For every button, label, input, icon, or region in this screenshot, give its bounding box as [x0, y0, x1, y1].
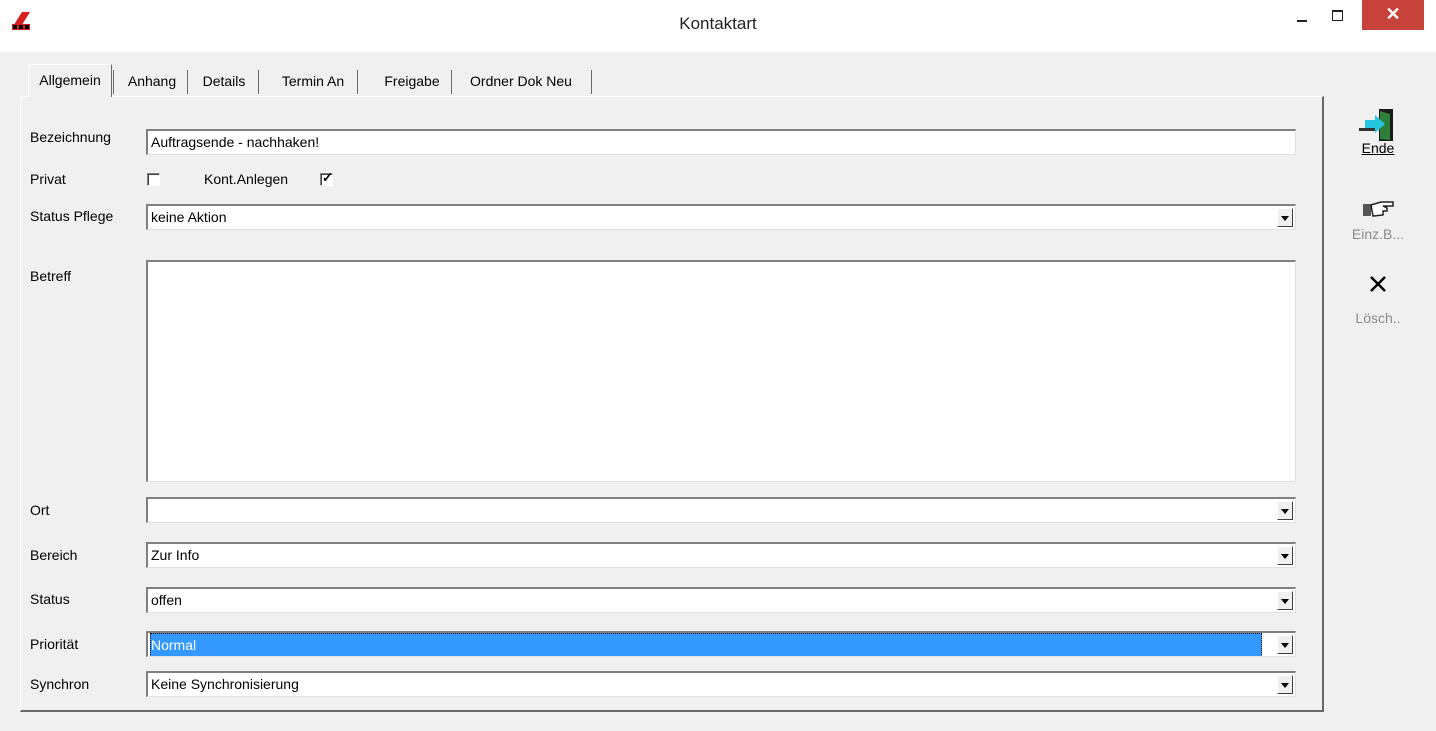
privat-label: Privat [30, 171, 66, 187]
chevron-down-icon[interactable] [1277, 591, 1293, 610]
tab-freigabe[interactable]: Freigabe [376, 66, 448, 96]
status-value: offen [151, 592, 182, 608]
window-title: Kontaktart [679, 14, 757, 33]
minimize-button[interactable] [1288, 4, 1316, 30]
ort-select[interactable] [146, 497, 1296, 523]
status-pflege-value: keine Aktion [151, 209, 227, 225]
chevron-down-icon[interactable] [1277, 635, 1293, 654]
kont-anlegen-label: Kont.Anlegen [204, 171, 289, 187]
synchron-value: Keine Synchronisierung [151, 676, 299, 692]
einzb-label: Einz.B... [1351, 226, 1405, 242]
chevron-down-icon[interactable] [1277, 546, 1293, 565]
synchron-label: Synchron [30, 676, 90, 692]
prioritaet-value: Normal [150, 633, 1262, 656]
chevron-down-icon[interactable] [1277, 208, 1293, 227]
ort-label: Ort [30, 502, 50, 518]
ende-label: Ende [1361, 140, 1395, 156]
chevron-down-icon[interactable] [1277, 501, 1293, 520]
prioritaet-select[interactable]: Normal [146, 631, 1296, 657]
tab-details[interactable]: Details [194, 66, 254, 96]
tab-separator [187, 70, 188, 94]
title-bar: Kontaktart ✕ [0, 0, 1436, 52]
loesch-label: Lösch.. [1355, 310, 1401, 326]
ende-button[interactable]: Ende [1338, 106, 1418, 156]
delete-x-icon [1370, 276, 1386, 292]
loesch-button[interactable]: Lösch.. [1338, 272, 1418, 326]
tab-separator [451, 70, 452, 94]
synchron-select[interactable]: Keine Synchronisierung [146, 671, 1296, 697]
kont-anlegen-checkbox[interactable]: ✓ [320, 170, 333, 186]
betreff-label: Betreff [30, 268, 71, 284]
tab-ordner-dok-neu[interactable]: Ordner Dok Neu [456, 66, 586, 96]
tab-allgemein[interactable]: Allgemein [28, 64, 112, 97]
tab-termin-an[interactable]: Termin An [272, 66, 354, 96]
status-select[interactable]: offen [146, 587, 1296, 613]
close-button[interactable]: ✕ [1362, 0, 1424, 30]
chevron-down-icon[interactable] [1277, 675, 1293, 694]
betreff-textarea[interactable] [146, 260, 1296, 482]
einzb-button[interactable]: Einz.B... [1338, 198, 1418, 242]
privat-checkbox[interactable] [147, 173, 160, 186]
tab-separator [258, 70, 259, 94]
status-label: Status [30, 591, 70, 607]
bereich-select[interactable]: Zur Info [146, 542, 1296, 568]
maximize-button[interactable] [1323, 4, 1351, 30]
check-mark-icon: ✓ [322, 170, 333, 185]
pointing-hand-icon [1363, 201, 1394, 217]
tab-separator [591, 70, 592, 94]
status-pflege-label: Status Pflege [30, 208, 114, 224]
tab-separator [357, 70, 358, 94]
bezeichnung-label: Bezeichnung [30, 129, 111, 145]
tab-separator [113, 70, 114, 94]
bezeichnung-input[interactable]: Auftragsende - nachhaken! [146, 129, 1296, 155]
prioritaet-label: Priorität [30, 636, 79, 652]
bereich-label: Bereich [30, 547, 78, 563]
bereich-value: Zur Info [151, 547, 200, 563]
tab-anhang[interactable]: Anhang [119, 66, 185, 96]
status-pflege-select[interactable]: keine Aktion [146, 204, 1296, 230]
exit-door-icon [1359, 109, 1393, 141]
